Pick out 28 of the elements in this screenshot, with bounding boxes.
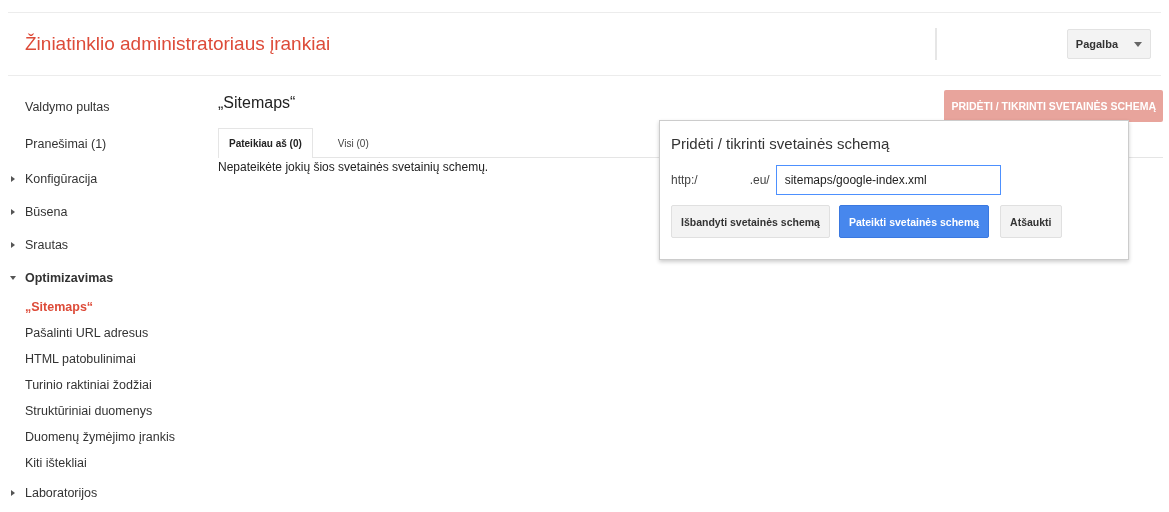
sidebar-item[interactable]: Optimizavimas [10, 261, 218, 294]
url-prefix: http:/ [671, 173, 698, 187]
sidebar-subitem[interactable]: „Sitemaps“ [10, 294, 218, 320]
help-button[interactable]: Pagalba [1066, 29, 1151, 59]
sidebar-subitem[interactable]: Turinio raktiniai žodžiai [10, 372, 218, 398]
sidebar-item[interactable]: Konfigūracija [10, 162, 218, 195]
sidebar-item[interactable]: Pranešimai (1) [10, 125, 218, 162]
dialog-button[interactable]: Pateikti svetainės schemą [838, 205, 990, 238]
tab[interactable]: Pateikiau aš (0) [218, 128, 313, 158]
sidebar-subitem[interactable]: Kiti ištekliai [10, 450, 218, 476]
sidebar-subitem[interactable]: Struktūriniai duomenys [10, 398, 218, 424]
dialog-button[interactable]: Atšaukti [1000, 205, 1062, 238]
dialog-button[interactable]: Išbandyti svetainės schemą [671, 205, 830, 238]
path-input-field[interactable]: sitemaps/google-index.xml [775, 165, 1001, 195]
empty-message: Nepateikėte jokių šios svetainės svetainių schemų. [218, 160, 490, 174]
caret-icon [1134, 41, 1142, 47]
dialog-title: Pridėti / tikrinti svetainės schemą [671, 135, 891, 152]
page-title: „Sitemaps“ [218, 94, 296, 112]
sidebar-item[interactable]: Valdymo pultas [10, 88, 218, 125]
sidebar-subitem[interactable]: Duomenų žymėjimo įrankis [10, 424, 218, 450]
tab[interactable]: Visi (0) [326, 128, 380, 158]
sidebar-subitem[interactable]: HTML patobulinimai [10, 346, 218, 372]
sidebar-item[interactable]: Laboratorijos [10, 476, 218, 509]
sidebar-item[interactable]: Būsena [10, 195, 218, 228]
url-domain: .eu/ [749, 173, 770, 187]
sidebar-item[interactable]: Srautas [10, 228, 218, 261]
app-title: Žiniatinklio administratoriaus įrankiai [25, 33, 331, 55]
sidebar-subitem[interactable]: Pašalinti URL adresus [10, 320, 218, 346]
